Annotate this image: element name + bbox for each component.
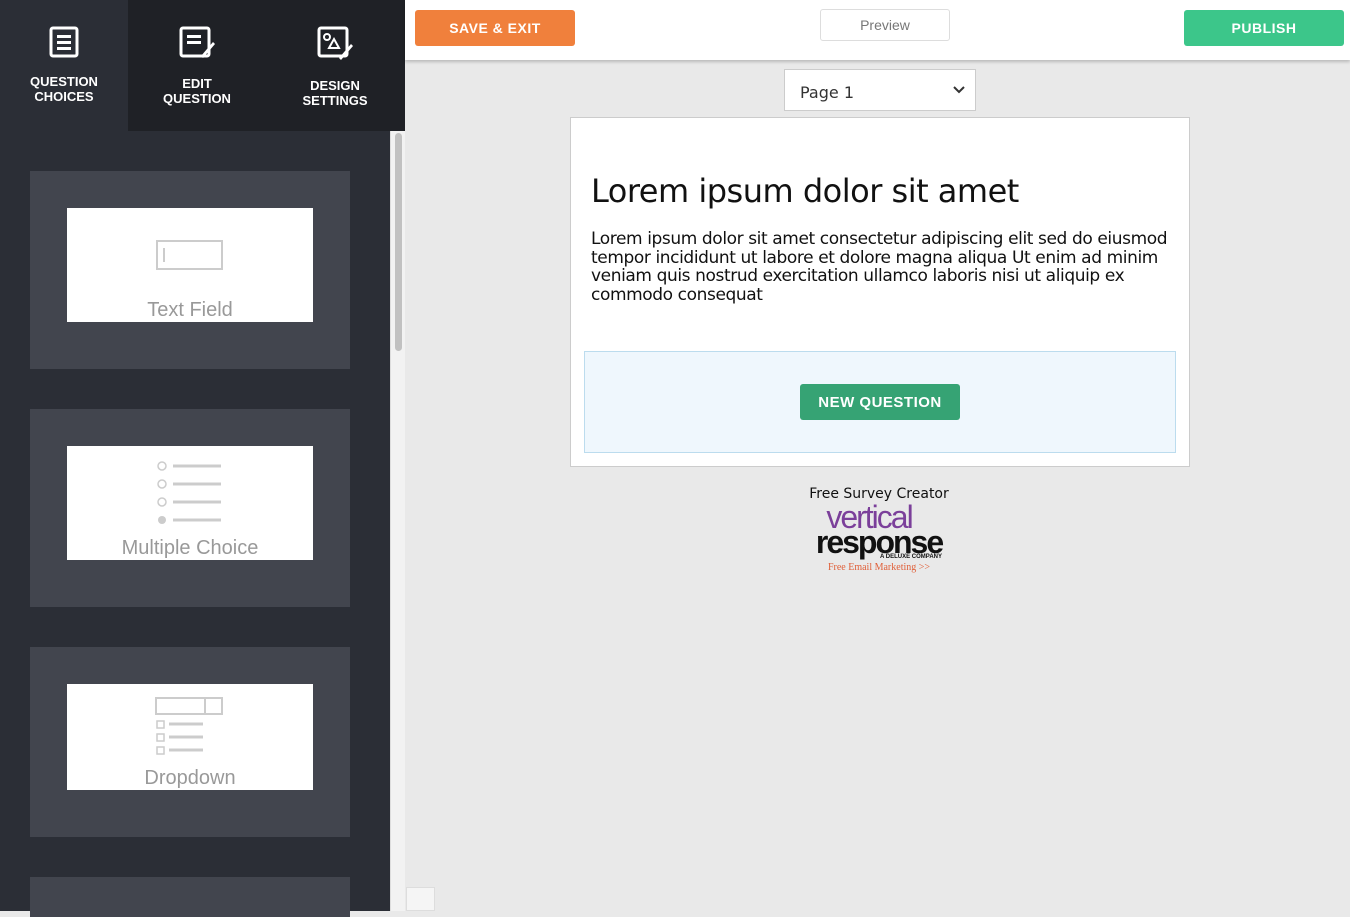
page-select[interactable]: Page 1 — [784, 69, 976, 111]
tab-label: QUESTION — [163, 91, 231, 106]
survey-page: Lorem ipsum dolor sit amet Lorem ipsum d… — [570, 117, 1190, 467]
email-marketing-link[interactable]: Free Email Marketing >> — [790, 563, 968, 573]
preview-button[interactable]: Preview — [820, 9, 950, 41]
choice-label: Multiple Choice — [121, 537, 259, 559]
dropdown-icon — [155, 697, 223, 755]
logo-response: response — [815, 524, 944, 560]
choice-dropdown[interactable]: Dropdown — [30, 647, 350, 837]
publish-button[interactable]: PUBLISH — [1184, 10, 1344, 46]
tab-label: QUESTION — [30, 74, 98, 89]
new-question-button[interactable]: NEW QUESTION — [800, 384, 960, 420]
choice-label: Text Field — [147, 299, 233, 321]
tab-label: DESIGN — [310, 78, 360, 93]
multiple-choice-icon — [157, 461, 221, 524]
tab-label: CHOICES — [34, 89, 94, 104]
tab-edit-question[interactable]: EDIT QUESTION — [128, 0, 266, 131]
top-toolbar: SAVE & EXIT Preview PUBLISH — [405, 0, 1350, 60]
save-exit-button[interactable]: SAVE & EXIT — [415, 10, 575, 46]
corner-widget — [406, 887, 435, 911]
sidebar-scrollbar[interactable] — [390, 131, 405, 911]
choice-label: Dropdown — [144, 767, 236, 789]
tab-question-choices[interactable]: QUESTION CHOICES — [0, 0, 128, 131]
chevron-down-icon — [953, 86, 965, 94]
new-question-area: NEW QUESTION — [584, 351, 1176, 453]
choice-text-field[interactable]: Text Field — [30, 171, 350, 369]
verticalresponse-logo[interactable]: vertical response A DELUXE COMPANY Free … — [790, 501, 968, 573]
page-select-value: Page 1 — [800, 83, 854, 102]
choice-card[interactable] — [30, 877, 350, 917]
text-field-icon — [156, 240, 223, 270]
survey-title[interactable]: Lorem ipsum dolor sit amet — [591, 172, 1019, 210]
footer-branding: Free Survey Creator vertical response A … — [790, 486, 968, 573]
tab-label: SETTINGS — [302, 93, 368, 108]
scrollbar-thumb[interactable] — [395, 133, 402, 351]
sidebar: QUESTION CHOICES EDIT QUESTION DESIGN SETTI… — [0, 0, 405, 917]
survey-description[interactable]: Lorem ipsum dolor sit amet consectetur a… — [591, 230, 1176, 304]
list-icon — [49, 26, 79, 58]
tab-design-settings[interactable]: DESIGN SETTINGS — [266, 0, 404, 131]
design-icon — [317, 26, 353, 60]
edit-list-icon — [179, 26, 215, 58]
choice-multiple-choice[interactable]: Multiple Choice — [30, 409, 350, 607]
tab-label: EDIT — [182, 76, 212, 91]
